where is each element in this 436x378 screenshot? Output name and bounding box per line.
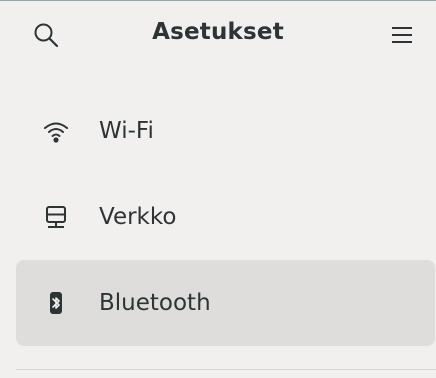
sidebar-item-label: Bluetooth: [99, 290, 211, 316]
sidebar-item-label: Wi-Fi: [99, 118, 154, 144]
network-icon: [42, 203, 70, 231]
hamburger-menu-icon: [392, 27, 412, 43]
page-title: Asetukset: [152, 19, 284, 45]
sidebar-item-bluetooth[interactable]: Bluetooth: [16, 260, 435, 346]
sidebar-item-label: Verkko: [99, 204, 177, 230]
sidebar-item-wifi[interactable]: Wi-Fi: [16, 88, 435, 174]
sidebar-nav: Wi-Fi Verkko Bluetooth: [16, 88, 435, 346]
sidebar-item-network[interactable]: Verkko: [16, 174, 435, 260]
bluetooth-icon: [42, 289, 70, 317]
sidebar-divider: [16, 369, 436, 370]
wifi-icon: [42, 117, 70, 145]
main-menu-button[interactable]: [386, 18, 418, 52]
header-bar: Asetukset: [0, 1, 436, 67]
settings-window: Asetukset Wi-Fi Verkko Bluetooth: [0, 0, 436, 378]
